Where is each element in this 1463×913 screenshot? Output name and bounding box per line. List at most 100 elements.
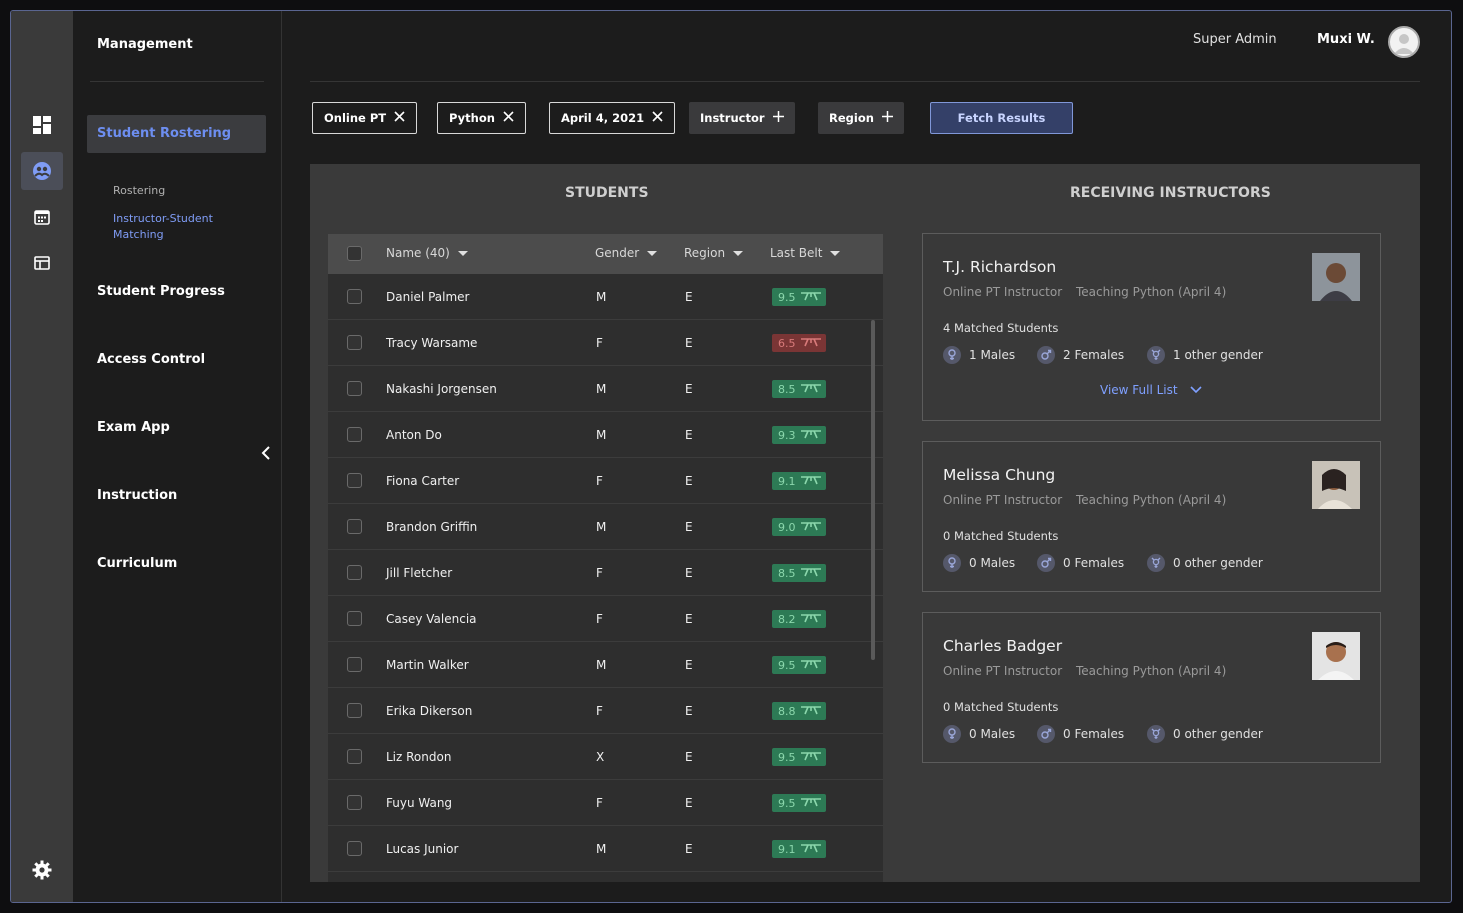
matched-count: 0 Matched Students bbox=[943, 700, 1059, 714]
students-icon[interactable] bbox=[21, 152, 63, 190]
instructors-heading: RECEIVING INSTRUCTORS bbox=[1070, 185, 1271, 201]
table-row[interactable]: Daniel Palmer M E 9.5 bbox=[328, 274, 883, 320]
belt-badge: 6.5 bbox=[772, 334, 826, 352]
instructor-card[interactable]: Charles Badger Online PT Instructor Teac… bbox=[922, 612, 1381, 763]
table-scrollbar[interactable] bbox=[871, 320, 875, 660]
row-checkbox[interactable] bbox=[347, 749, 362, 764]
row-checkbox[interactable] bbox=[347, 703, 362, 718]
table-row[interactable]: Tracy Warsame F E 6.5 bbox=[328, 320, 883, 366]
student-name: Erika Dikerson bbox=[386, 704, 473, 718]
column-header-region[interactable]: Region bbox=[684, 246, 744, 260]
male-icon bbox=[943, 725, 961, 743]
student-region: E bbox=[685, 382, 693, 396]
belt-icon bbox=[800, 337, 822, 350]
table-row[interactable]: Anton Do M E 9.3 bbox=[328, 412, 883, 458]
row-checkbox[interactable] bbox=[347, 473, 362, 488]
add-filter-label: Instructor bbox=[700, 111, 765, 125]
table-row[interactable]: Liz Rondon X E 9.5 bbox=[328, 734, 883, 780]
add-filter-label: Region bbox=[829, 111, 874, 125]
column-header-last-belt[interactable]: Last Belt bbox=[770, 246, 841, 260]
collapse-sidebar-chevron-left-icon[interactable] bbox=[260, 445, 274, 461]
avatar[interactable] bbox=[1388, 26, 1420, 58]
row-checkbox[interactable] bbox=[347, 611, 362, 626]
belt-icon bbox=[800, 705, 822, 718]
belt-badge: 9.5 bbox=[772, 794, 826, 812]
calendar-icon[interactable] bbox=[21, 198, 63, 236]
student-name: Anton Do bbox=[386, 428, 442, 442]
table-row[interactable]: Fiona Carter F E 9.1 bbox=[328, 458, 883, 504]
instructor-card[interactable]: Melissa Chung Online PT Instructor Teach… bbox=[922, 441, 1381, 592]
table-row[interactable]: Nakashi Jorgensen M E 8.5 bbox=[328, 366, 883, 412]
sidebar-item-access-control[interactable]: Access Control bbox=[97, 352, 205, 367]
filter-chip-python[interactable]: Python bbox=[437, 102, 526, 134]
sort-caret-icon bbox=[457, 250, 468, 256]
female-icon bbox=[1037, 725, 1055, 743]
settings-gear-icon[interactable] bbox=[21, 851, 63, 889]
close-icon[interactable] bbox=[652, 111, 663, 125]
row-checkbox[interactable] bbox=[347, 565, 362, 580]
other-gender-count: 0 other gender bbox=[1147, 554, 1263, 572]
table-row[interactable]: Casey Valencia F E 8.2 bbox=[328, 596, 883, 642]
table-row[interactable]: Lucas Junior M E 9.1 bbox=[328, 826, 883, 872]
belt-badge: 8.2 bbox=[772, 610, 826, 628]
table-row[interactable]: Erika Dikerson F E 8.8 bbox=[328, 688, 883, 734]
student-region: E bbox=[685, 704, 693, 718]
stat-label: 0 Females bbox=[1063, 556, 1125, 570]
student-region: E bbox=[685, 796, 693, 810]
table-icon[interactable] bbox=[21, 244, 63, 282]
row-checkbox[interactable] bbox=[347, 335, 362, 350]
close-icon[interactable] bbox=[394, 111, 405, 125]
sidebar-subitem-matching-line1[interactable]: Instructor-Student bbox=[113, 212, 213, 225]
filter-chip-label: Python bbox=[449, 111, 495, 125]
filter-chip-online-pt[interactable]: Online PT bbox=[312, 102, 418, 134]
row-checkbox[interactable] bbox=[347, 795, 362, 810]
instructor-card[interactable]: T.J. Richardson Online PT Instructor Tea… bbox=[922, 233, 1381, 421]
instructor-photo bbox=[1312, 253, 1360, 301]
select-all-checkbox[interactable] bbox=[347, 246, 362, 261]
row-checkbox[interactable] bbox=[347, 289, 362, 304]
close-icon[interactable] bbox=[503, 111, 514, 125]
stat-label: 0 Males bbox=[969, 727, 1016, 741]
sidebar-subitem-matching-line2[interactable]: Matching bbox=[113, 228, 164, 241]
student-region: E bbox=[685, 842, 693, 856]
table-row[interactable]: Jill Fletcher F E 8.5 bbox=[328, 550, 883, 596]
sidebar-item-curriculum[interactable]: Curriculum bbox=[97, 556, 177, 571]
user-role: Super Admin bbox=[1193, 32, 1277, 47]
add-instructor-filter-button[interactable]: Instructor bbox=[689, 102, 795, 134]
filter-chip-date[interactable]: April 4, 2021 bbox=[549, 102, 676, 134]
sidebar-subitem-rostering[interactable]: Rostering bbox=[113, 184, 165, 197]
column-header-gender[interactable]: Gender bbox=[595, 246, 658, 260]
sidebar-title: Management bbox=[97, 37, 193, 52]
belt-icon bbox=[800, 475, 822, 488]
male-count: 1 Males bbox=[943, 346, 1015, 364]
add-region-filter-button[interactable]: Region bbox=[818, 102, 904, 134]
sidebar-item-student-rostering[interactable]: Student Rostering bbox=[87, 115, 266, 153]
row-checkbox[interactable] bbox=[347, 657, 362, 672]
student-gender: M bbox=[596, 658, 607, 672]
belt-score: 9.1 bbox=[778, 474, 796, 488]
user-name[interactable]: Muxi W. bbox=[1317, 32, 1375, 47]
row-checkbox[interactable] bbox=[347, 427, 362, 442]
dashboard-icon[interactable] bbox=[21, 106, 63, 144]
sidebar-item-exam-app[interactable]: Exam App bbox=[97, 420, 170, 435]
column-header-name[interactable]: Name (40) bbox=[386, 246, 468, 260]
student-gender: M bbox=[596, 520, 607, 534]
row-checkbox[interactable] bbox=[347, 841, 362, 856]
table-row[interactable]: Brandon Griffin M E 9.0 bbox=[328, 504, 883, 550]
matched-count: 0 Matched Students bbox=[943, 529, 1059, 543]
column-header-label: Last Belt bbox=[770, 246, 823, 260]
view-full-list-link[interactable]: View Full List bbox=[1100, 383, 1202, 397]
table-row[interactable]: Fuyu Wang F E 9.5 bbox=[328, 780, 883, 826]
belt-icon bbox=[800, 613, 822, 626]
fetch-results-button[interactable]: Fetch Results bbox=[930, 102, 1073, 134]
student-gender: M bbox=[596, 290, 607, 304]
student-name: Lucas Junior bbox=[386, 842, 459, 856]
column-header-label: Name (40) bbox=[386, 246, 450, 260]
table-row[interactable]: Martin Walker M E 9.5 bbox=[328, 642, 883, 688]
belt-icon bbox=[800, 751, 822, 764]
sidebar-item-student-progress[interactable]: Student Progress bbox=[97, 284, 225, 299]
student-name: Liz Rondon bbox=[386, 750, 452, 764]
row-checkbox[interactable] bbox=[347, 519, 362, 534]
sidebar-item-instruction[interactable]: Instruction bbox=[97, 488, 177, 503]
row-checkbox[interactable] bbox=[347, 381, 362, 396]
